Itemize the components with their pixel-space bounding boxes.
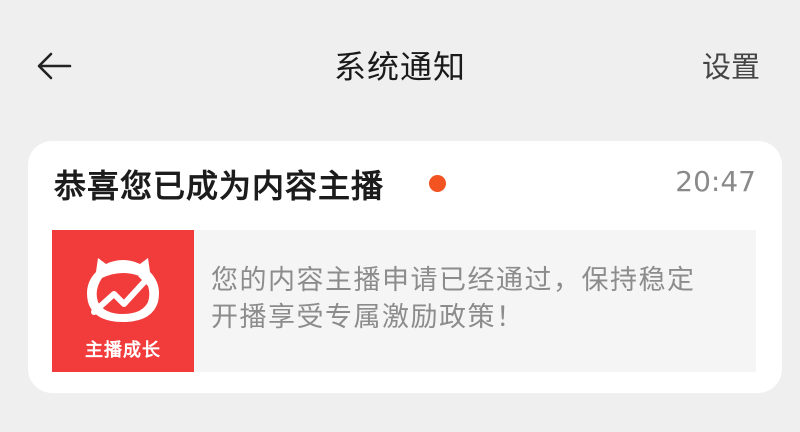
page-title: 系统通知 — [333, 48, 466, 86]
top-bar: 系统通知 设置 — [0, 0, 800, 130]
settings-button[interactable]: 设置 — [702, 44, 760, 86]
notification-card[interactable]: 恭喜您已成为内容主播 20:47 主播成长 您的内容主播申请已经通过，保持稳定 … — [28, 141, 782, 393]
thumbnail: 主播成长 — [52, 230, 194, 372]
notification-preview[interactable]: 主播成长 您的内容主播申请已经通过，保持稳定 开播享受专属激励政策！ — [52, 230, 756, 372]
growth-chart-icon — [87, 258, 159, 322]
notification-title: 恭喜您已成为内容主播 — [54, 167, 385, 205]
thumbnail-label: 主播成长 — [85, 340, 161, 361]
notification-time: 20:47 — [675, 165, 756, 198]
notification-message: 您的内容主播申请已经通过，保持稳定 开播享受专属激励政策！ — [194, 230, 696, 372]
message-line-1: 您的内容主播申请已经通过，保持稳定 — [211, 265, 696, 296]
unread-dot — [429, 175, 446, 192]
message-line-2: 开播享受专属激励政策！ — [211, 302, 525, 333]
